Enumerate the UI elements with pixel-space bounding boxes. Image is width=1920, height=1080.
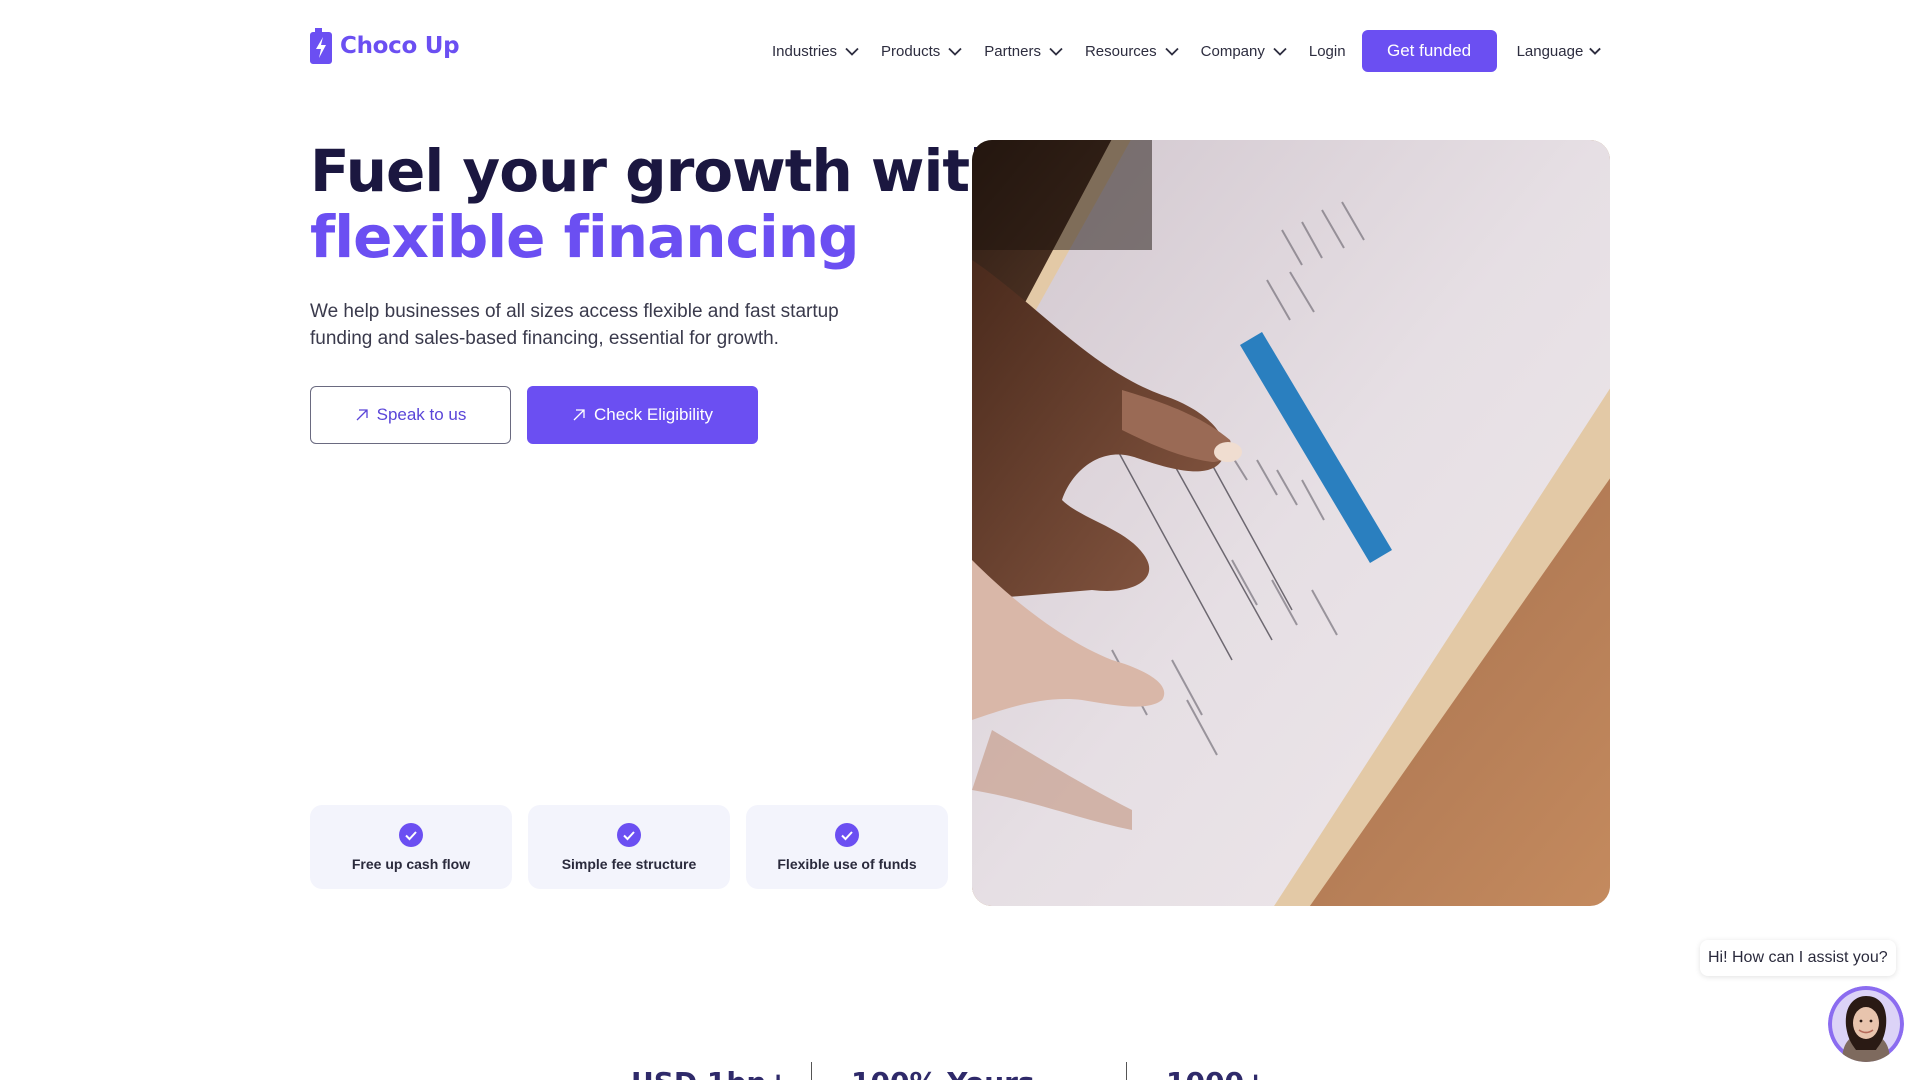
logo[interactable]: Choco Up — [310, 28, 460, 64]
speak-to-us-label: Speak to us — [376, 405, 467, 424]
chat-greeting-bubble[interactable]: Hi! How can I assist you? — [1700, 940, 1896, 976]
check-circle-icon — [399, 822, 423, 847]
main-nav: Industries Products Partners Resources C… — [772, 30, 1602, 72]
hero-title-line2: flexible financing — [310, 203, 860, 271]
check-eligibility-button[interactable]: Check Eligibility — [527, 386, 758, 444]
chat-greeting-text: Hi! How can I assist you? — [1708, 949, 1888, 966]
stat-value: 1000+ — [1166, 1066, 1267, 1080]
nav-products-label: Products — [881, 42, 941, 60]
feature-label: Free up cash flow — [351, 855, 471, 872]
feature-label: Flexible use of funds — [777, 855, 917, 872]
chevron-down-icon — [948, 47, 962, 56]
chevron-down-icon — [1273, 47, 1287, 56]
stats-row: USD 1bn+ 100% Yours 1000+ — [0, 1062, 1920, 1080]
stat-divider — [1126, 1062, 1127, 1080]
check-eligibility-label: Check Eligibility — [593, 405, 714, 424]
feature-list: Free up cash flow Simple fee structure F… — [310, 805, 948, 889]
logo-bolt-icon — [310, 28, 332, 64]
stat-divider — [811, 1062, 812, 1080]
nav-industries-label: Industries — [772, 42, 838, 60]
nav-company-label: Company — [1200, 42, 1265, 60]
feature-label: Simple fee structure — [561, 855, 697, 872]
arrow-up-right-icon — [573, 409, 585, 421]
page: Choco Up Industries Products Partners Re… — [0, 0, 1920, 1080]
invoice-photo — [972, 140, 1610, 906]
speak-to-us-button[interactable]: Speak to us — [310, 386, 511, 444]
feature-card: Flexible use of funds — [746, 805, 948, 889]
nav-partners[interactable]: Partners — [984, 43, 1063, 60]
nav-resources-label: Resources — [1084, 42, 1157, 60]
stat-value: 100% Yours — [851, 1066, 1035, 1080]
chevron-down-icon — [1165, 47, 1179, 56]
nav-company[interactable]: Company — [1201, 43, 1287, 60]
assistant-avatar-icon — [1828, 986, 1904, 1062]
chevron-down-icon — [1049, 47, 1063, 56]
chevron-down-icon — [1589, 47, 1602, 55]
check-circle-icon — [835, 822, 859, 847]
hero-subtitle: We help businesses of all sizes access f… — [310, 301, 839, 349]
nav-resources[interactable]: Resources — [1085, 43, 1179, 60]
hero-title-line1: Fuel your growth with — [310, 137, 1010, 205]
feature-card: Free up cash flow — [310, 805, 512, 889]
chat-assistant-avatar[interactable] — [1828, 986, 1904, 1062]
hero-title: Fuel your growth with flexible financing — [310, 137, 1010, 271]
feature-card: Simple fee structure — [528, 805, 730, 889]
site-header: Choco Up Industries Products Partners Re… — [0, 0, 1920, 96]
arrow-up-right-icon — [356, 409, 368, 421]
logo-text: Choco Up — [340, 33, 460, 59]
get-funded-button[interactable]: Get funded — [1361, 30, 1497, 72]
language-selector[interactable]: Language — [1517, 43, 1602, 60]
chevron-down-icon — [845, 47, 859, 56]
nav-industries[interactable]: Industries — [772, 43, 859, 60]
nav-partners-label: Partners — [984, 42, 1041, 60]
stat-value: USD 1bn+ — [631, 1066, 790, 1080]
language-label: Language — [1516, 42, 1584, 60]
hero-image — [972, 140, 1610, 906]
login-link[interactable]: Login — [1309, 43, 1346, 60]
check-circle-icon — [617, 822, 641, 847]
nav-products[interactable]: Products — [881, 43, 962, 60]
